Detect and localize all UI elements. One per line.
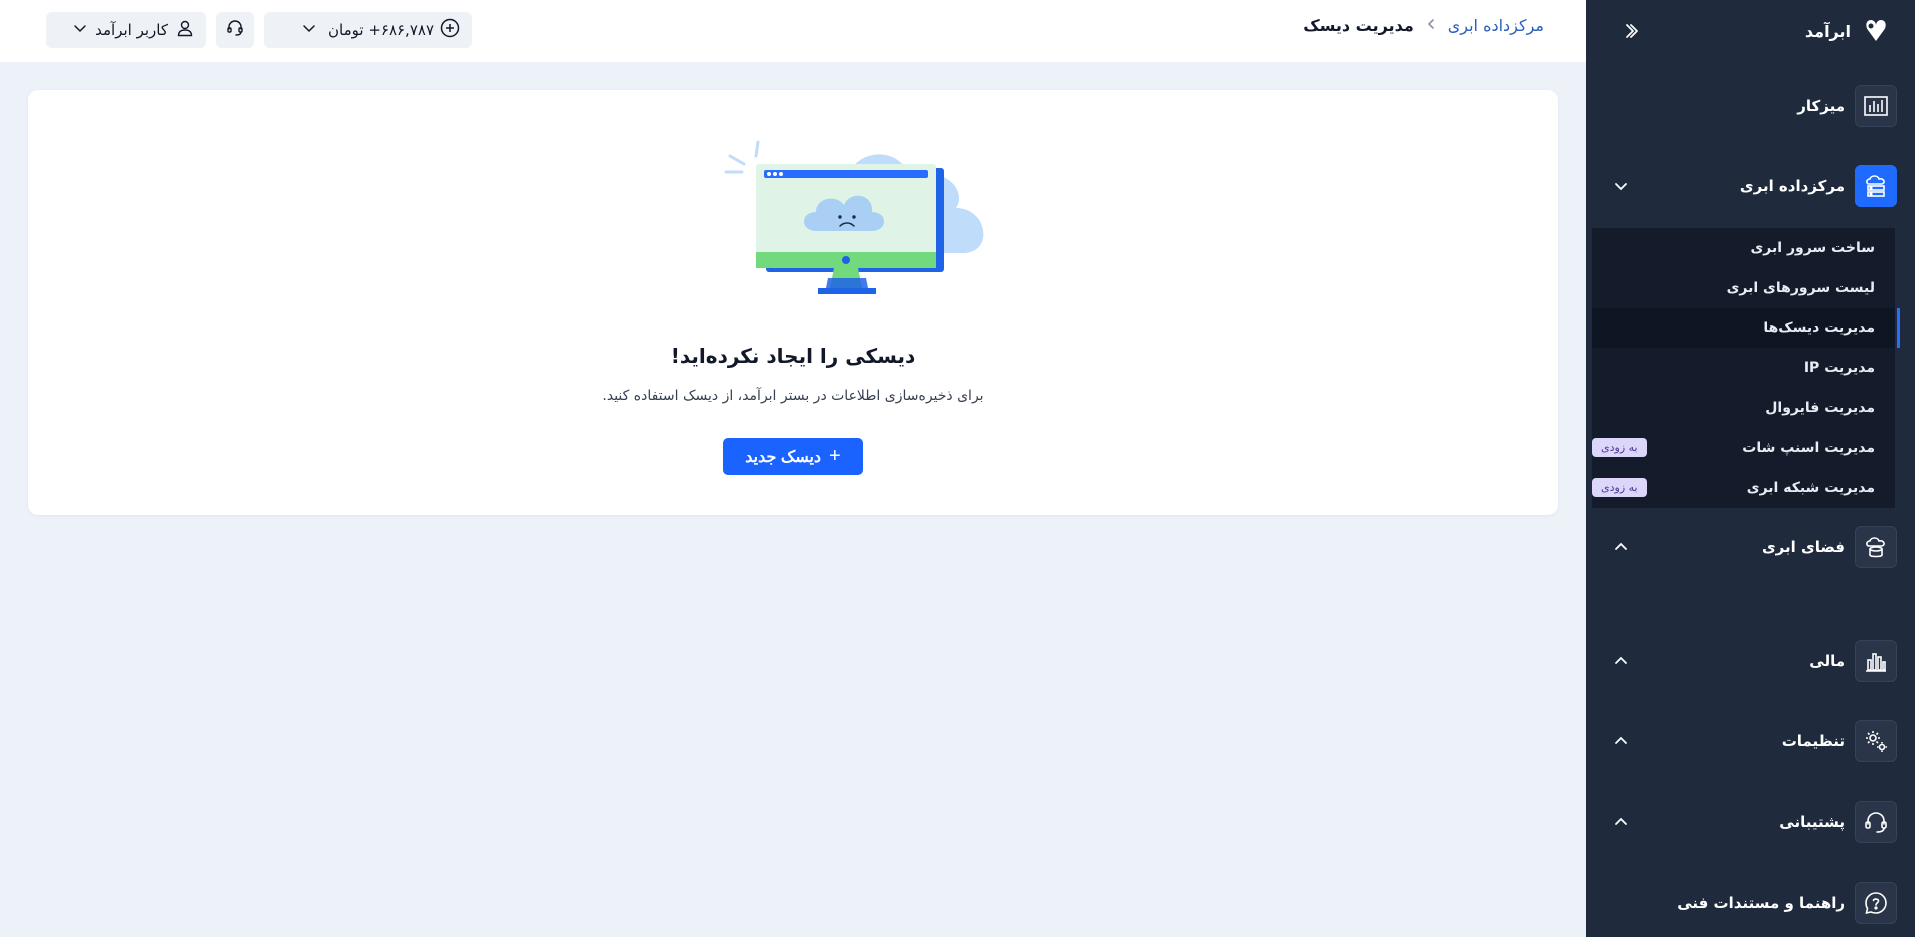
sidebar-item-support[interactable]: پشتیبانی	[1610, 800, 1897, 844]
new-disk-button[interactable]: + دیسک جدید	[723, 438, 863, 475]
cloud-datacenter-submenu: ساخت سرور ابری لیست سرورهای ابری مدیریت …	[1592, 228, 1900, 508]
sidebar-item-label: راهنما و مستندات فنی	[1677, 894, 1845, 912]
breadcrumb-current: مدیریت دیسک	[1303, 16, 1414, 35]
chevron-up-icon[interactable]	[1610, 536, 1632, 558]
submenu-item-server-list[interactable]: لیست سرورهای ابری	[1592, 268, 1895, 308]
submenu-item-network-management[interactable]: مدیریت شبکه ابری به زودی	[1592, 468, 1895, 508]
sidebar-item-settings[interactable]: تنظیمات	[1610, 719, 1897, 763]
chevron-down-icon[interactable]	[1610, 175, 1632, 197]
sidebar-item-finance[interactable]: مالی	[1610, 639, 1897, 683]
new-disk-button-label: دیسک جدید	[745, 448, 822, 466]
brand-logo-icon	[1861, 16, 1891, 46]
sidebar-item-label: میزکار	[1797, 97, 1845, 115]
disk-empty-state-card: دیسکی را ایجاد نکرده‌اید! برای ذخیره‌ساز…	[28, 90, 1558, 515]
user-name: کاربر ابرآمد	[95, 21, 168, 39]
sad-cloud-monitor-illustration	[698, 128, 1008, 308]
submenu-item-label: مدیریت دیسک‌ها	[1763, 320, 1875, 336]
empty-state-description: برای ذخیره‌سازی اطلاعات در بستر ابرآمد، …	[602, 388, 984, 404]
submenu-item-firewall-management[interactable]: مدیریت فایروال	[1592, 388, 1895, 428]
chevron-up-icon[interactable]	[1610, 650, 1632, 672]
sidebar-item-dashboard[interactable]: میزکار	[1610, 84, 1897, 128]
sidebar-item-cloud-datacenter[interactable]: مرکزداده ابری	[1610, 164, 1897, 208]
breadcrumb-parent-link[interactable]: مرکزداده ابری	[1448, 16, 1544, 35]
plus-icon: +	[829, 445, 841, 467]
brand: ابرآمد	[1610, 12, 1891, 50]
empty-state-title: دیسکی را ایجاد نکرده‌اید!	[670, 344, 916, 368]
coming-soon-badge: به زودی	[1592, 438, 1647, 457]
collapse-sidebar-icon[interactable]	[1618, 18, 1644, 44]
sidebar-item-cloud-storage[interactable]: فضای ابری	[1610, 525, 1897, 569]
wallet-balance: ۶۸۶,۷۸۷+ تومان	[328, 21, 434, 39]
sidebar: ابرآمد میزکار مرکزداده ابری ساخت سرور اب…	[1586, 0, 1915, 937]
submenu-item-label: ساخت سرور ابری	[1750, 240, 1875, 256]
submenu-item-create-server[interactable]: ساخت سرور ابری	[1592, 228, 1895, 268]
submenu-item-disk-management[interactable]: مدیریت دیسک‌ها	[1592, 308, 1900, 348]
submenu-item-label: مدیریت IP	[1803, 360, 1875, 376]
help-icon	[1855, 882, 1897, 924]
headset-icon	[1855, 801, 1897, 843]
server-cloud-icon	[1855, 165, 1897, 207]
breadcrumb: مرکزداده ابری مدیریت دیسک	[1303, 16, 1544, 35]
coming-soon-badge: به زودی	[1592, 478, 1647, 497]
chevron-down-icon	[302, 21, 316, 39]
submenu-item-ip-management[interactable]: مدیریت IP	[1592, 348, 1895, 388]
gear-icon	[1855, 720, 1897, 762]
brand-name: ابرآمد	[1804, 21, 1851, 41]
wallet-balance-dropdown[interactable]: ۶۸۶,۷۸۷+ تومان	[264, 12, 472, 48]
support-button[interactable]	[216, 12, 254, 48]
submenu-item-label: لیست سرورهای ابری	[1726, 280, 1875, 296]
chevron-up-icon[interactable]	[1610, 730, 1632, 752]
headset-icon	[226, 19, 244, 41]
chart-icon	[1855, 85, 1897, 127]
sidebar-item-help-docs[interactable]: راهنما و مستندات فنی	[1610, 881, 1897, 925]
user-menu-dropdown[interactable]: کاربر ابرآمد	[46, 12, 206, 48]
user-icon	[176, 19, 194, 41]
chevron-up-icon[interactable]	[1610, 811, 1632, 833]
add-circle-icon[interactable]	[440, 18, 460, 42]
submenu-item-label: مدیریت شبکه ابری	[1746, 480, 1875, 496]
chevron-left-icon	[1426, 18, 1436, 34]
submenu-item-label: مدیریت اسنپ شات	[1742, 440, 1875, 456]
finance-chart-icon	[1855, 640, 1897, 682]
topbar: مرکزداده ابری مدیریت دیسک ۶۸۶,۷۸۷+ تومان…	[0, 0, 1586, 62]
sidebar-item-label: مرکزداده ابری	[1739, 177, 1845, 195]
submenu-item-snapshot-management[interactable]: مدیریت اسنپ شات به زودی	[1592, 428, 1895, 468]
sidebar-item-label: مالی	[1809, 652, 1845, 670]
sidebar-item-label: فضای ابری	[1761, 538, 1845, 556]
sidebar-item-label: پشتیبانی	[1779, 813, 1845, 831]
chevron-down-icon	[73, 21, 87, 39]
sidebar-item-label: تنظیمات	[1781, 732, 1845, 750]
cloud-storage-icon	[1855, 526, 1897, 568]
submenu-item-label: مدیریت فایروال	[1765, 400, 1875, 416]
